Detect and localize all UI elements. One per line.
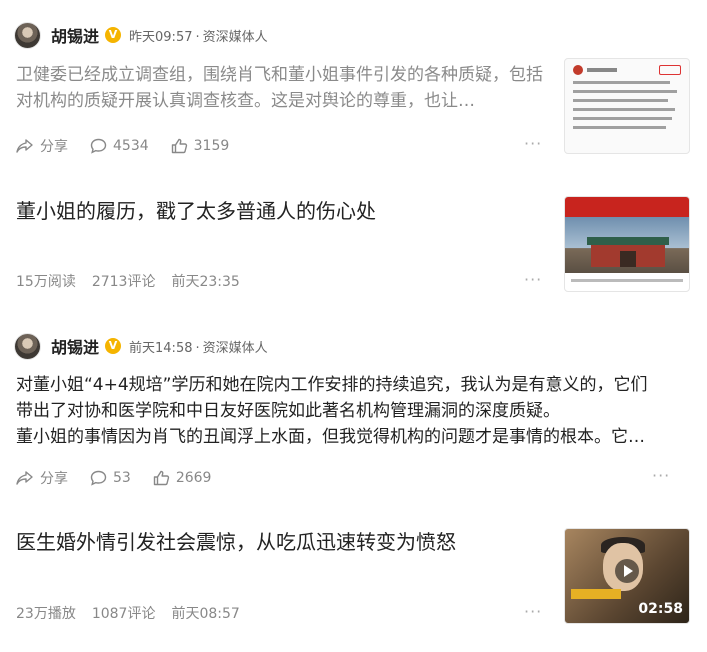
publish-time: 前天08:57 <box>171 606 240 622</box>
more-options-button[interactable]: ··· <box>524 602 542 621</box>
more-options-button[interactable]: ··· <box>524 134 542 153</box>
verified-badge-icon: V <box>105 27 122 43</box>
action-bar: 分享 53 2669 <box>16 468 233 488</box>
play-icon[interactable] <box>615 559 639 583</box>
share-label: 分享 <box>40 139 68 155</box>
document-thumbnail[interactable] <box>564 58 690 154</box>
like-button[interactable]: 3159 <box>171 138 230 154</box>
more-options-button[interactable]: ··· <box>524 270 542 289</box>
comment-count: 2713评论 <box>91 274 156 290</box>
publish-time: 前天23:35 <box>171 274 240 290</box>
like-button[interactable]: 2669 <box>153 470 212 486</box>
comment-count: 4534 <box>113 138 149 154</box>
article-stats: 15万阅读 2713评论 前天23:35 <box>16 271 256 291</box>
share-icon <box>16 471 33 485</box>
author-role: 资深媒体人 <box>202 29 268 45</box>
like-count: 3159 <box>193 138 230 154</box>
comment-count: 53 <box>113 470 131 486</box>
feed-item-post-2[interactable]: 胡锡进 V 前天14:58 · 资深媒体人 对董小姐“4+4规培”学历和她在院内工作… <box>0 315 707 505</box>
share-button[interactable]: 分享 <box>16 468 68 488</box>
video-thumbnail[interactable]: 02:58 <box>564 528 690 624</box>
video-stats: 23万播放 1087评论 前天08:57 <box>16 603 256 623</box>
read-count: 15万阅读 <box>16 274 76 290</box>
author-name[interactable]: 胡锡进 <box>51 334 99 358</box>
hospital-gate-thumbnail[interactable] <box>564 196 690 292</box>
post-text[interactable]: 卫健委已经成立调查组，围绕肖飞和董小姐事件引发的各种质疑，包括对机构的质疑开展认… <box>16 62 546 114</box>
share-icon <box>16 139 33 153</box>
comment-count: 1087评论 <box>91 606 156 622</box>
feed-item-video-1[interactable]: 医生婚外情引发社会震惊，从吃瓜迅速转变为愤怒 02:58 23万播放 1087评… <box>0 505 707 652</box>
post-time: 昨天09:57 <box>129 29 193 45</box>
author-header: 胡锡进 V 前天14:58 · 资深媒体人 <box>14 331 268 361</box>
author-role: 资深媒体人 <box>202 340 268 356</box>
post-text-line: 带出了对协和医学院和中日友好医院如此著名机构管理漏洞的深度质疑。 <box>16 401 560 421</box>
video-title[interactable]: 医生婚外情引发社会震惊，从吃瓜迅速转变为愤怒 <box>16 528 456 556</box>
author-meta: 昨天09:57 · 资深媒体人 <box>129 29 268 45</box>
post-time: 前天14:58 <box>129 340 193 356</box>
share-button[interactable]: 分享 <box>16 136 68 156</box>
feed-item-post-1[interactable]: 胡锡进 V 昨天09:57 · 资深媒体人 卫健委已经成立调查组，围绕肖飞和董小姐事… <box>0 0 707 175</box>
share-label: 分享 <box>40 471 68 487</box>
thumbs-up-icon <box>171 138 187 154</box>
avatar[interactable] <box>14 332 41 360</box>
post-text-line: 董小姐的事情因为肖飞的丑闻浮上水面，但我觉得机构的问题才是事情的根本。它… <box>16 427 645 447</box>
comment-button[interactable]: 53 <box>90 470 131 486</box>
author-meta: 前天14:58 · 资深媒体人 <box>129 340 268 356</box>
more-options-button[interactable]: ··· <box>652 466 670 485</box>
comment-icon <box>90 138 107 154</box>
play-count: 23万播放 <box>16 606 76 622</box>
comment-icon <box>90 470 107 486</box>
avatar[interactable] <box>14 21 41 49</box>
like-count: 2669 <box>175 470 212 486</box>
post-text-line: 对董小姐“4+4规培”学历和她在院内工作安排的持续追究，我认为是有意义的，它们 <box>16 375 648 395</box>
author-name[interactable]: 胡锡进 <box>51 23 99 47</box>
action-bar: 分享 4534 3159 <box>16 136 251 156</box>
comment-button[interactable]: 4534 <box>90 138 149 154</box>
article-title[interactable]: 董小姐的履历，戳了太多普通人的伤心处 <box>16 197 376 225</box>
feed-item-article-1[interactable]: 董小姐的履历，戳了太多普通人的伤心处 15万阅读 2713评论 前天23:35 … <box>0 175 707 315</box>
verified-badge-icon: V <box>105 338 122 354</box>
video-duration: 02:58 <box>638 601 683 617</box>
thumbs-up-icon <box>153 470 169 486</box>
post-text[interactable]: 对董小姐“4+4规培”学历和她在院内工作安排的持续追究，我认为是有意义的，它们 … <box>16 372 688 450</box>
author-header: 胡锡进 V 昨天09:57 · 资深媒体人 <box>14 20 268 50</box>
